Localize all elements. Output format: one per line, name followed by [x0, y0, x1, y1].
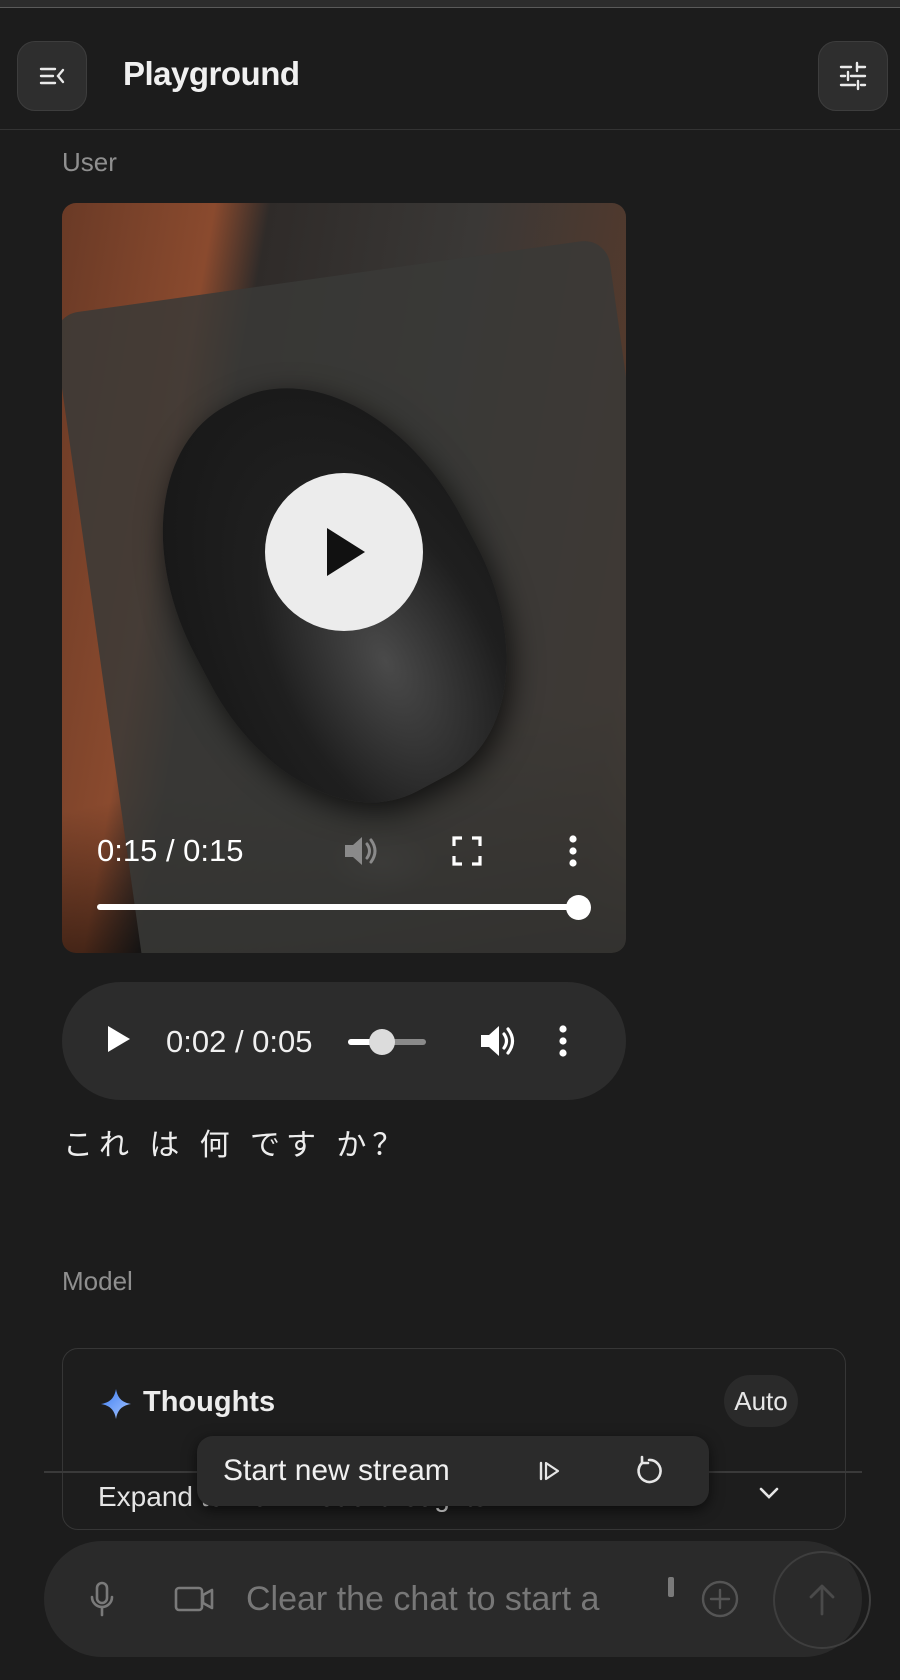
- video-mute-button[interactable]: [341, 831, 381, 871]
- camera-button[interactable]: [174, 1579, 214, 1619]
- audio-more-button[interactable]: [558, 1025, 568, 1062]
- run-settings-button[interactable]: [818, 41, 888, 111]
- audio-time: 0:02 / 0:05: [166, 1024, 313, 1059]
- chevron-down-icon[interactable]: [756, 1480, 782, 1511]
- volume-icon: [481, 1026, 515, 1056]
- restart-stream-button[interactable]: [629, 1451, 669, 1491]
- audio-play-button[interactable]: [106, 1024, 132, 1059]
- fullscreen-icon: [452, 836, 482, 866]
- restart-icon: [637, 1455, 662, 1484]
- audio-seek-handle[interactable]: [369, 1029, 395, 1055]
- play-icon: [327, 528, 365, 576]
- more-vert-icon: [559, 1025, 567, 1057]
- volume-icon: [345, 837, 377, 865]
- arrow-up-icon: [809, 1584, 835, 1616]
- start-stream-button[interactable]: [529, 1451, 569, 1491]
- text-caret: [668, 1577, 674, 1597]
- stream-toast: Start new stream: [197, 1436, 709, 1506]
- tune-settings-icon: [839, 61, 867, 91]
- play-icon: [108, 1026, 130, 1052]
- add-media-button[interactable]: [700, 1579, 740, 1619]
- skip-play-icon: [539, 1461, 560, 1481]
- video-camera-icon: [174, 1586, 214, 1612]
- video-player[interactable]: 0:15 / 0:15: [62, 203, 626, 953]
- start-new-stream-label[interactable]: Start new stream: [223, 1454, 450, 1488]
- composer: [44, 1541, 871, 1657]
- collapse-sidebar-icon: [39, 67, 65, 85]
- fullscreen-button[interactable]: [447, 831, 487, 871]
- header: Playground: [0, 7, 900, 130]
- thoughts-title: Thoughts: [143, 1386, 276, 1418]
- audio-volume-button[interactable]: [478, 1022, 518, 1065]
- page-title: Playground: [123, 55, 300, 92]
- add-circle-icon: [701, 1580, 739, 1618]
- audio-player[interactable]: 0:02 / 0:05: [62, 982, 626, 1100]
- collapse-sidebar-button[interactable]: [17, 41, 87, 111]
- microphone-icon: [90, 1581, 114, 1617]
- sparkle-icon: [100, 1388, 132, 1425]
- video-more-button[interactable]: [553, 831, 593, 871]
- more-vert-icon: [569, 835, 577, 867]
- model-role-label: Model: [62, 1266, 133, 1296]
- thinking-mode-chip[interactable]: Auto: [724, 1375, 798, 1427]
- microphone-button[interactable]: [82, 1579, 122, 1619]
- prompt-input[interactable]: [246, 1571, 686, 1627]
- video-play-button[interactable]: [265, 473, 423, 631]
- user-role-label: User: [62, 147, 117, 177]
- video-time: 0:15 / 0:15: [97, 833, 244, 868]
- video-seek-bar[interactable]: [97, 904, 579, 910]
- user-message-text: これ は 何 です か？: [63, 1129, 409, 1162]
- video-seek-handle[interactable]: [566, 895, 591, 920]
- send-button[interactable]: [773, 1551, 871, 1649]
